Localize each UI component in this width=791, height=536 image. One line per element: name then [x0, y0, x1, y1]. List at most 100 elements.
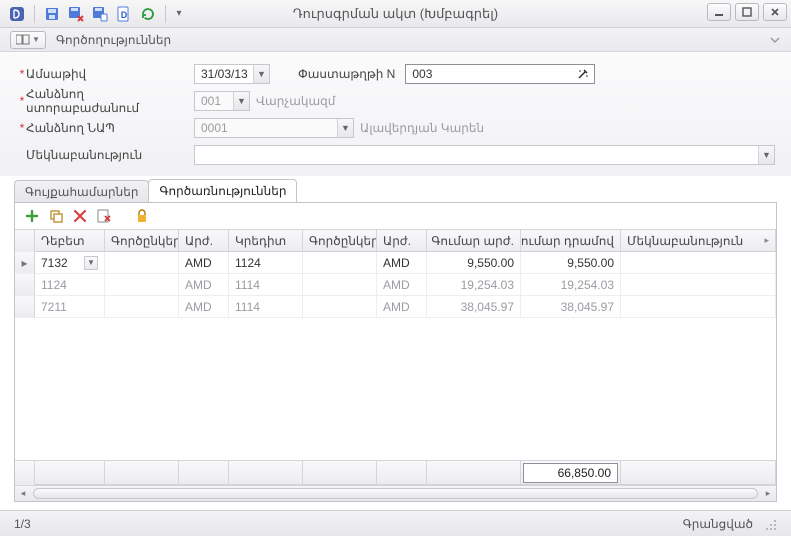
add-row-icon[interactable] [23, 207, 41, 225]
chevron-down-icon[interactable]: ▼ [758, 146, 774, 164]
grid-row[interactable]: ▸ 7132▼ AMD 1124 AMD 9,550.00 9,550.00 [15, 252, 776, 274]
maximize-button[interactable] [735, 3, 759, 21]
close-button[interactable] [763, 3, 787, 21]
grid-header: Դեբետ Գործընկեր Արժ. Կրեդիտ Գործընկեր Ար… [15, 230, 776, 252]
status-state: Գրանցված [683, 517, 753, 531]
required-marker [18, 148, 26, 162]
operations-grid: Դեբետ Գործընկեր Արժ. Կրեդիտ Գործընկեր Ար… [15, 229, 776, 501]
row-indicator-icon: ▸ [15, 252, 35, 274]
delete-sheet-icon[interactable] [95, 207, 113, 225]
grid-footer: 66,850.00 [15, 460, 776, 485]
ribbon-bar: ▼ Գործողություններ [0, 28, 791, 52]
col-credit[interactable]: Կրեդիտ [229, 230, 303, 252]
sub-field[interactable]: 001 ▼ [194, 91, 250, 111]
resize-grip-icon[interactable] [763, 517, 777, 531]
cell-note[interactable] [621, 274, 776, 296]
view-mode-button[interactable]: ▼ [10, 31, 46, 49]
cell-amount[interactable]: 19,254.03 [427, 274, 521, 296]
horizontal-scrollbar[interactable]: ◂ ▸ [15, 485, 776, 501]
cell-debit[interactable]: 7132▼ [35, 252, 105, 274]
col-amount-amd[interactable]: Գումար դրամով [521, 230, 621, 252]
cell-credit[interactable]: 1114 [229, 296, 303, 318]
col-cur2[interactable]: Արժ. [377, 230, 427, 252]
cell-debit[interactable]: 7211 [35, 296, 105, 318]
expand-ribbon-icon[interactable] [767, 32, 783, 48]
toolbar-overflow-icon[interactable]: ▾ [172, 3, 186, 25]
docn-field[interactable]: 003 [405, 64, 595, 84]
docn-label: Փաստաթղթի N [298, 67, 395, 81]
save-icon[interactable] [41, 3, 63, 25]
chevron-down-icon[interactable]: ▼ [337, 119, 353, 137]
cell-partner2[interactable] [303, 274, 377, 296]
title-bar: D ▾ Դուրսգրման ակտ (Խմբագրել) [0, 0, 791, 28]
cell-cur1[interactable]: AMD [179, 252, 229, 274]
grid-body: ▸ 7132▼ AMD 1124 AMD 9,550.00 9,550.00 1… [15, 252, 776, 460]
actions-label[interactable]: Գործողություններ [56, 33, 171, 47]
minimize-button[interactable] [707, 3, 731, 21]
required-marker: * [18, 121, 26, 135]
form-area: * Ամսաթիվ 31/03/13 ▼ Փաստաթղթի N 003 * Հ… [0, 52, 791, 176]
cell-partner1[interactable] [105, 274, 179, 296]
cell-amount-amd[interactable]: 38,045.97 [521, 296, 621, 318]
date-field[interactable]: 31/03/13 ▼ [194, 64, 270, 84]
col-cur1[interactable]: Արժ. [179, 230, 229, 252]
copy-row-icon[interactable] [47, 207, 65, 225]
chevron-down-icon[interactable]: ▼ [233, 92, 249, 110]
wand-icon[interactable] [576, 67, 590, 81]
cell-partner2[interactable] [303, 252, 377, 274]
cell-partner1[interactable] [105, 252, 179, 274]
sub-aux-text: Վարչակազմ [256, 94, 335, 108]
col-amount[interactable]: Գումար արժ. [427, 230, 521, 252]
required-marker: * [18, 94, 26, 108]
cell-amount[interactable]: 38,045.97 [427, 296, 521, 318]
grid-toolbar [15, 203, 776, 229]
resp-aux-text: Ալավերդյան Կարեն [360, 121, 484, 135]
grid-row[interactable]: 1124 AMD 1114 AMD 19,254.03 19,254.03 [15, 274, 776, 296]
refresh-icon[interactable] [137, 3, 159, 25]
cell-cur1[interactable]: AMD [179, 296, 229, 318]
save-close-icon[interactable] [65, 3, 87, 25]
cell-credit[interactable]: 1124 [229, 252, 303, 274]
cell-cur2[interactable]: AMD [377, 274, 427, 296]
required-marker: * [18, 67, 26, 81]
row-handle [15, 274, 35, 296]
sub-label: Հանձնող ստորաբաժանում [26, 87, 194, 115]
doc-d-icon[interactable]: D [113, 3, 135, 25]
cell-cur2[interactable]: AMD [377, 296, 427, 318]
resp-field[interactable]: 0001 ▼ [194, 118, 354, 138]
status-bar: 1/3 Գրանցված [0, 510, 791, 536]
app-icon[interactable] [6, 3, 28, 25]
save-new-icon[interactable] [89, 3, 111, 25]
chevron-right-icon: ▸ [764, 235, 769, 246]
cell-cur1[interactable]: AMD [179, 274, 229, 296]
tab-operations[interactable]: Գործառնություններ [148, 179, 297, 202]
cell-credit[interactable]: 1114 [229, 274, 303, 296]
cell-cur2[interactable]: AMD [377, 252, 427, 274]
resp-label: Հանձնող ՆԱՊ [26, 121, 194, 135]
cell-partner2[interactable] [303, 296, 377, 318]
comment-field[interactable]: ▼ [194, 145, 775, 165]
lock-icon[interactable] [133, 207, 151, 225]
delete-row-icon[interactable] [71, 207, 89, 225]
grid-row[interactable]: 7211 AMD 1114 AMD 38,045.97 38,045.97 [15, 296, 776, 318]
chevron-down-icon[interactable]: ▼ [84, 256, 98, 270]
cell-partner1[interactable] [105, 296, 179, 318]
col-partner1[interactable]: Գործընկեր [105, 230, 179, 252]
row-handle-header [15, 230, 35, 252]
tab-strip: Գույքահամարներ Գործառնություններ [0, 180, 791, 202]
col-partner2[interactable]: Գործընկեր [303, 230, 377, 252]
cell-amount-amd[interactable]: 9,550.00 [521, 252, 621, 274]
scroll-left-icon[interactable]: ◂ [15, 486, 31, 501]
scroll-thumb[interactable] [33, 488, 758, 499]
row-handle-footer [15, 461, 35, 485]
tab-inventory[interactable]: Գույքահամարներ [14, 180, 149, 202]
cell-note[interactable] [621, 296, 776, 318]
chevron-down-icon[interactable]: ▼ [253, 65, 269, 83]
col-debit[interactable]: Դեբետ [35, 230, 105, 252]
scroll-right-icon[interactable]: ▸ [760, 486, 776, 501]
cell-amount[interactable]: 9,550.00 [427, 252, 521, 274]
cell-note[interactable] [621, 252, 776, 274]
cell-amount-amd[interactable]: 19,254.03 [521, 274, 621, 296]
col-note[interactable]: Մեկնաբանություն ▸ [621, 230, 776, 252]
cell-debit[interactable]: 1124 [35, 274, 105, 296]
